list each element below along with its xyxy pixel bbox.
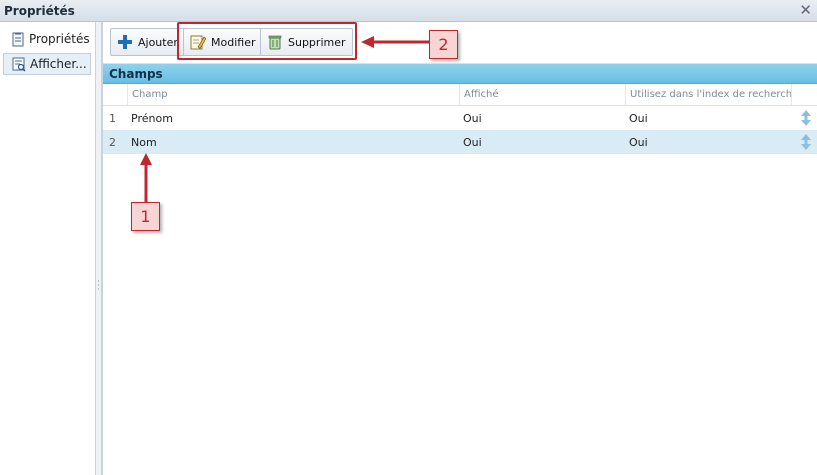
drag-sort-icon[interactable] <box>800 110 812 126</box>
column-header-champ[interactable]: Champ <box>127 84 459 105</box>
edit-button-label: Modifier <box>211 35 256 49</box>
cell-affiche: Oui <box>463 135 482 149</box>
add-button[interactable]: Ajouter <box>110 28 185 56</box>
add-button-label: Ajouter <box>138 35 178 49</box>
grid-header: Champ Affiché Utilisez dans l'index de r… <box>103 84 817 106</box>
cell-index: Oui <box>629 135 648 149</box>
toolbar: Ajouter Modifier Supprimer <box>103 22 817 64</box>
cell-champ: Prénom <box>131 111 173 125</box>
table-row[interactable]: 2 Nom Oui Oui <box>103 130 817 154</box>
header-rownum <box>103 84 127 105</box>
column-header-affiche[interactable]: Affiché <box>459 84 625 105</box>
column-header-index[interactable]: Utilisez dans l'index de recherch <box>625 84 791 105</box>
sidebar-item-proprietes[interactable]: Propriétés <box>3 28 91 50</box>
trash-icon <box>268 35 282 50</box>
delete-button-label: Supprimer <box>288 35 346 49</box>
table-row[interactable]: 1 Prénom Oui Oui <box>103 106 817 130</box>
row-number: 2 <box>109 135 116 149</box>
section-header-champs: Champs <box>103 64 817 84</box>
sidebar-item-label: Propriétés <box>29 32 90 46</box>
view-list-icon <box>12 57 26 72</box>
cell-index: Oui <box>629 111 648 125</box>
sidebar-item-label: Afficher... <box>30 57 87 71</box>
fields-grid: Champ Affiché Utilisez dans l'index de r… <box>103 84 817 154</box>
row-number: 1 <box>109 111 116 125</box>
sidebar-item-afficher[interactable]: Afficher... <box>3 53 91 75</box>
header-actions <box>791 84 817 105</box>
main-panel: Ajouter Modifier Supprimer Champs Champ … <box>102 22 817 475</box>
window-title: Propriétés <box>4 4 75 18</box>
document-icon <box>12 32 24 46</box>
grip-dots: · · · <box>97 277 100 295</box>
drag-sort-icon[interactable] <box>800 134 812 150</box>
delete-button[interactable]: Supprimer <box>260 28 353 56</box>
edit-button[interactable]: Modifier <box>183 28 263 56</box>
window-titlebar: Propriétés ✕ <box>0 0 817 22</box>
cell-affiche: Oui <box>463 111 482 125</box>
close-icon[interactable]: ✕ <box>799 2 812 18</box>
annotation-callout-2: 2 <box>429 30 458 59</box>
cell-champ: Nom <box>131 135 157 149</box>
annotation-callout-1: 1 <box>131 202 160 231</box>
edit-pencil-icon <box>190 35 206 50</box>
sidebar: Propriétés Afficher... <box>0 22 96 475</box>
plus-icon <box>118 35 132 49</box>
